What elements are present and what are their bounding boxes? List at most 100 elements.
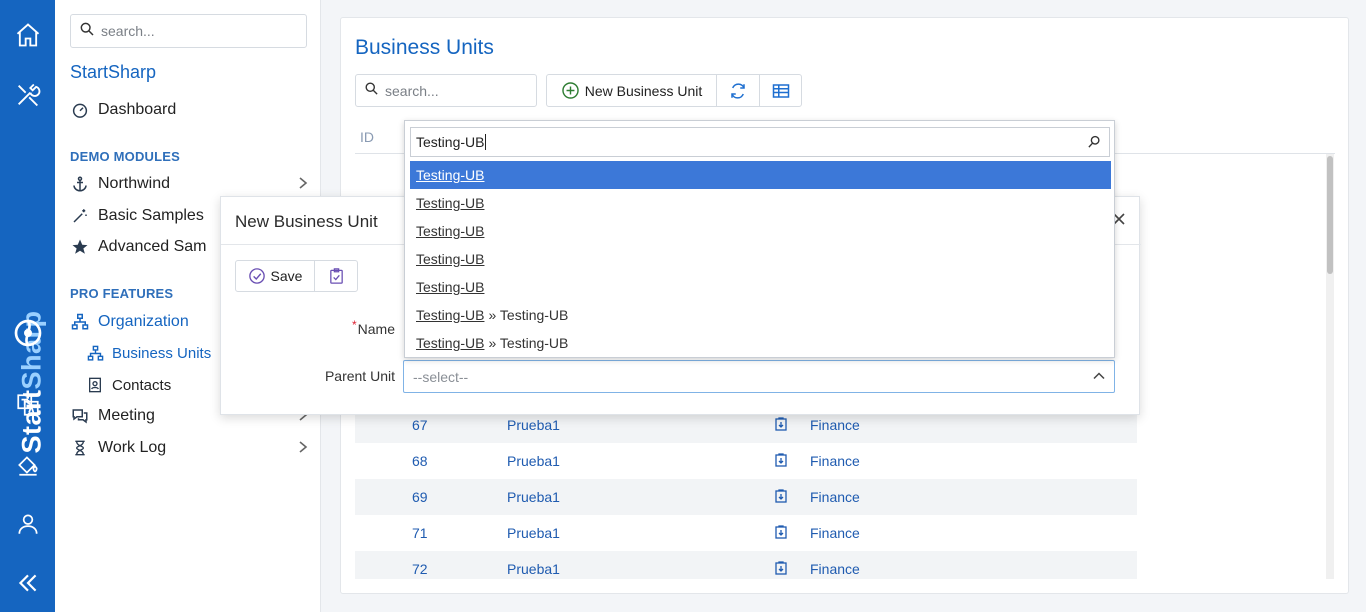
sidebar-item-meeting[interactable]: Meeting: [70, 406, 155, 426]
sidebar-item-label: Organization: [98, 313, 189, 330]
sidebar-item-business-units[interactable]: Business Units: [85, 343, 211, 363]
sidebar-item-advanced-samples[interactable]: Advanced Sam: [70, 237, 207, 257]
sidebar-search[interactable]: [70, 14, 307, 48]
app-rail: StartSharp: [0, 0, 55, 612]
star-icon: [70, 237, 90, 257]
translate-icon[interactable]: [12, 389, 44, 421]
department-link-icon[interactable]: [775, 561, 787, 575]
dropdown-option[interactable]: Testing-UB: [410, 161, 1111, 189]
table-columns-icon: [772, 83, 790, 99]
user-icon[interactable]: [12, 508, 44, 540]
paint-bucket-icon[interactable]: [12, 449, 44, 481]
sidebar-item-label: Dashboard: [98, 101, 177, 118]
sidebar-brand[interactable]: StartSharp: [70, 62, 156, 83]
save-button[interactable]: Save: [235, 260, 315, 292]
contact-card-icon: [85, 375, 105, 395]
grid-search[interactable]: [355, 74, 537, 107]
sidebar-item-label: Advanced Sam: [98, 238, 207, 255]
sidebar-item-work-log[interactable]: Work Log: [70, 438, 166, 458]
grid-scrollbar[interactable]: [1326, 154, 1334, 579]
sidebar-item-contacts[interactable]: Contacts: [85, 375, 171, 395]
gauge-icon: [70, 100, 90, 120]
column-picker-button[interactable]: [759, 74, 802, 107]
refresh-button[interactable]: [716, 74, 760, 107]
anchor-icon: [70, 174, 90, 194]
search-icon: [364, 81, 379, 101]
tools-icon[interactable]: [12, 79, 44, 111]
clipboard-check-icon: [328, 267, 345, 285]
cell-id[interactable]: 67: [412, 417, 428, 433]
chevron-right-icon: [297, 440, 309, 457]
sidebar-item-label: Business Units: [112, 344, 212, 362]
dropdown-query-text: Testing-UB: [416, 134, 485, 150]
table-row[interactable]: 68 Prueba1 Finance: [355, 443, 1137, 479]
table-row[interactable]: 72 Prueba1 Finance: [355, 551, 1137, 579]
sidebar-item-organization[interactable]: Organization: [70, 312, 189, 332]
chevron-right-icon: [297, 176, 309, 193]
table-row[interactable]: 69 Prueba1 Finance: [355, 479, 1137, 515]
cell-name[interactable]: Prueba1: [507, 525, 560, 541]
grid-search-input[interactable]: [385, 82, 525, 99]
sidebar-item-dashboard[interactable]: Dashboard: [70, 100, 176, 120]
cell-department[interactable]: Finance: [810, 417, 860, 433]
section-heading-demo: DEMO MODULES: [70, 149, 181, 164]
parent-unit-label: Parent Unit: [324, 368, 395, 384]
home-icon[interactable]: [12, 19, 44, 51]
cell-department[interactable]: Finance: [810, 453, 860, 469]
add-circle-icon: [561, 81, 580, 100]
cell-name[interactable]: Prueba1: [507, 417, 560, 433]
apply-changes-button[interactable]: [314, 260, 358, 292]
parent-unit-dropdown: Testing-UB Testing-UB Testing-UB Testing…: [404, 120, 1115, 358]
cell-name[interactable]: Prueba1: [507, 489, 560, 505]
department-link-icon[interactable]: [775, 453, 787, 467]
dropdown-search-input[interactable]: Testing-UB: [410, 127, 1110, 157]
chat-bubbles-icon: [70, 406, 90, 426]
magic-wand-icon: [70, 206, 90, 226]
cell-id[interactable]: 69: [412, 489, 428, 505]
new-button-label: New Business Unit: [584, 82, 703, 99]
cell-department[interactable]: Finance: [810, 525, 860, 541]
department-link-icon[interactable]: [775, 525, 787, 539]
department-link-icon[interactable]: [775, 489, 787, 503]
sidebar-item-northwind[interactable]: Northwind: [70, 174, 170, 194]
sidebar-item-label: Meeting: [98, 407, 155, 424]
search-icon: [79, 21, 95, 42]
cell-name[interactable]: Prueba1: [507, 453, 560, 469]
sidebar-item-label: Work Log: [98, 439, 167, 456]
chevron-up-icon: [1092, 369, 1106, 386]
dropdown-option[interactable]: Testing-UB: [410, 189, 1111, 217]
refresh-icon: [729, 82, 747, 100]
table-row[interactable]: 71 Prueba1 Finance: [355, 515, 1137, 551]
page-title: Business Units: [355, 36, 494, 59]
search-icon: [1087, 134, 1102, 152]
cell-department[interactable]: Finance: [810, 489, 860, 505]
dropdown-option[interactable]: Testing-UB: [410, 217, 1111, 245]
cell-id[interactable]: 68: [412, 453, 428, 469]
sidebar-item-label: Contacts: [112, 376, 172, 394]
brand-swirl-icon: [12, 317, 44, 349]
scrollbar-thumb[interactable]: [1327, 156, 1333, 274]
dropdown-option[interactable]: Testing-UB» Testing-UB: [410, 301, 1111, 329]
sidebar-item-label: Northwind: [98, 175, 171, 192]
hourglass-icon: [70, 438, 90, 458]
save-label: Save: [270, 268, 303, 284]
sidebar-search-input[interactable]: [101, 23, 291, 39]
cell-name[interactable]: Prueba1: [507, 561, 560, 577]
new-business-unit-button[interactable]: New Business Unit: [546, 74, 717, 107]
department-link-icon[interactable]: [775, 417, 787, 431]
cell-department[interactable]: Finance: [810, 561, 860, 577]
dialog-title: New Business Unit: [235, 212, 378, 231]
name-label: *Name: [351, 318, 395, 337]
column-header-id[interactable]: ID: [360, 129, 374, 145]
collapse-icon[interactable]: [12, 567, 44, 599]
cell-id[interactable]: 72: [412, 561, 428, 577]
dropdown-option[interactable]: Testing-UB: [410, 245, 1111, 273]
dropdown-option[interactable]: Testing-UB» Testing-UB: [410, 329, 1111, 357]
sidebar-item-basic-samples[interactable]: Basic Samples: [70, 206, 204, 226]
parent-unit-placeholder: --select--: [413, 368, 469, 385]
section-heading-pro: PRO FEATURES: [70, 286, 174, 301]
sidebar-item-label: Basic Samples: [98, 207, 204, 224]
cell-id[interactable]: 71: [412, 525, 428, 541]
parent-unit-select[interactable]: --select--: [403, 360, 1115, 393]
dropdown-option[interactable]: Testing-UB: [410, 273, 1111, 301]
